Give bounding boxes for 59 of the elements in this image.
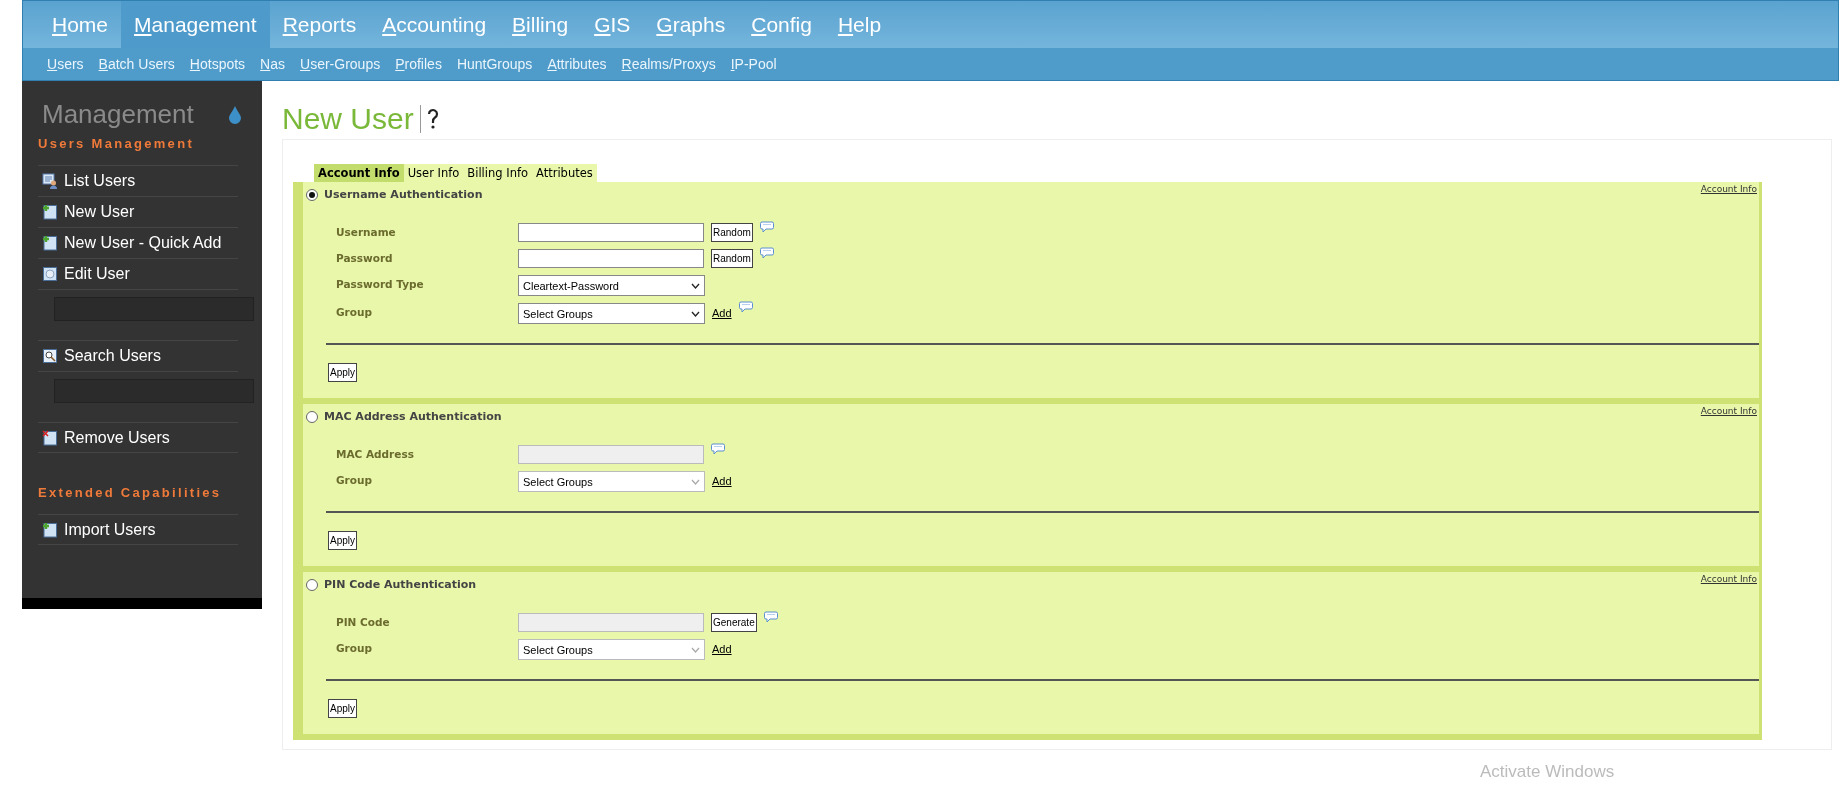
- activation-notice: Activate Windows: [1480, 762, 1615, 782]
- sidebar-link[interactable]: Remove Users: [64, 428, 170, 447]
- apply-button[interactable]: Apply: [328, 363, 357, 382]
- field-label: Group: [336, 641, 373, 654]
- radio-button[interactable]: [306, 188, 318, 201]
- tab[interactable]: Billing Info: [463, 164, 532, 182]
- section-title: PIN Code Authentication: [324, 578, 477, 591]
- sidebar-link[interactable]: Import Users: [64, 520, 156, 539]
- apply-button[interactable]: Apply: [328, 699, 357, 718]
- account-info-link[interactable]: Account Info: [1700, 184, 1757, 194]
- field-label: Group: [336, 305, 373, 318]
- random-button[interactable]: Random: [711, 223, 753, 242]
- radio-button[interactable]: [306, 410, 318, 423]
- tab[interactable]: Account Info: [314, 164, 404, 182]
- field-label: MAC Address: [336, 447, 415, 460]
- radio-button[interactable]: [306, 578, 318, 591]
- sidebar-heading: Extended Capabilities: [38, 485, 222, 500]
- sidebar-link[interactable]: List Users: [64, 172, 136, 190]
- caret-icon: [691, 478, 700, 485]
- speech-bubble-icon[interactable]: [759, 221, 774, 234]
- field-label: Group: [336, 473, 373, 486]
- field-label: Username: [336, 225, 397, 238]
- account-info-link[interactable]: Account Info: [1700, 574, 1757, 584]
- caret-icon: [691, 310, 700, 317]
- random-button[interactable]: Random: [711, 249, 753, 268]
- field-label: Password: [336, 251, 394, 264]
- section-title: Username Authentication: [324, 188, 483, 201]
- apply-button[interactable]: Apply: [328, 531, 357, 550]
- sidebar-link[interactable]: New User - Quick Add: [64, 234, 222, 252]
- remove-document-icon: [42, 429, 58, 446]
- add-document-icon: [42, 235, 58, 251]
- help-icon[interactable]: [426, 108, 439, 130]
- tab[interactable]: Attributes: [532, 164, 597, 182]
- speech-bubble-icon[interactable]: [759, 247, 774, 260]
- dropdown[interactable]: Select Groups: [518, 303, 705, 324]
- speech-bubble-icon[interactable]: [738, 301, 753, 314]
- search-icon: [42, 348, 58, 364]
- sidebar-link[interactable]: New User: [64, 203, 135, 221]
- text-field[interactable]: [518, 223, 704, 242]
- add-document-icon: [42, 521, 58, 538]
- edit-document-icon: [42, 266, 58, 282]
- add-document-icon: [42, 204, 58, 220]
- sidebar-heading: Users Management: [38, 136, 194, 151]
- sidebar-title: Management: [42, 99, 194, 130]
- user-list-icon: [42, 173, 58, 189]
- caret-icon: [691, 282, 700, 289]
- account-info-link[interactable]: Account Info: [1700, 406, 1757, 416]
- page-title: New User: [282, 102, 414, 136]
- water-drop-icon: [228, 105, 242, 124]
- caret-icon: [691, 646, 700, 653]
- tab[interactable]: User Info: [403, 164, 464, 182]
- section-title: MAC Address Authentication: [324, 410, 502, 423]
- add-link[interactable]: Add: [712, 303, 732, 319]
- field-label: PIN Code: [336, 615, 391, 628]
- field-label: Password Type: [336, 277, 425, 290]
- sidebar-link[interactable]: Edit User: [64, 265, 130, 283]
- sidebar-link[interactable]: Search Users: [64, 347, 161, 365]
- dropdown[interactable]: Cleartext-Password: [518, 275, 705, 296]
- text-field[interactable]: [518, 249, 704, 268]
